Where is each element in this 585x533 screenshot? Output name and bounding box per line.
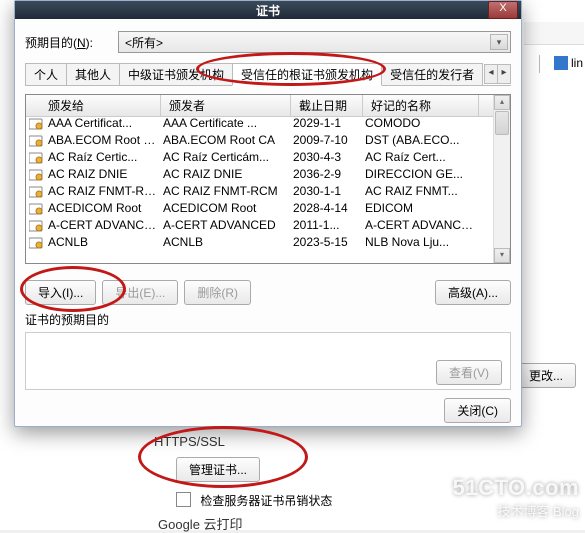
- col-issued-to[interactable]: 颁发给: [26, 95, 161, 116]
- close-button[interactable]: 关闭(C): [444, 398, 511, 423]
- table-row[interactable]: AC Raíz Certic...AC Raíz Certicám...2030…: [26, 149, 494, 166]
- cell-issued-to: ACEDICOM Root: [46, 200, 161, 217]
- table-row[interactable]: ABA.ECOM Root CAABA.ECOM Root CA2009-7-1…: [26, 132, 494, 149]
- certificate-icon: [26, 166, 46, 183]
- table-row[interactable]: A-CERT ADVANCEDA-CERT ADVANCED2011-1...A…: [26, 217, 494, 234]
- scroll-up-icon[interactable]: ▴: [494, 95, 510, 110]
- certificate-icon: [26, 234, 46, 251]
- certificates-dialog: 证书 X 预期目的(N): <所有> ▾ 个人 其他人 中级证书颁发机构 受信任…: [14, 0, 522, 427]
- cell-friendly: AC Raíz Cert...: [363, 149, 479, 166]
- cell-expires: 2011-1...: [291, 217, 363, 234]
- list-header[interactable]: 颁发给 颁发者 截止日期 好记的名称: [26, 95, 510, 117]
- browser-tab[interactable]: lin: [554, 56, 583, 70]
- tab-personal[interactable]: 个人: [25, 63, 67, 85]
- cell-expires: 2030-1-1: [291, 183, 363, 200]
- cell-issued-to: AAA Certificat...: [46, 115, 161, 132]
- cell-friendly: AC RAIZ FNMT...: [363, 183, 479, 200]
- cell-issuer: A-CERT ADVANCED: [161, 217, 291, 234]
- cell-issuer: ABA.ECOM Root CA: [161, 132, 291, 149]
- cert-store-tabs: 个人 其他人 中级证书颁发机构 受信任的根证书颁发机构 受信任的发行者 ◂ ▸: [25, 63, 511, 86]
- cell-issued-to: AC Raíz Certic...: [46, 149, 161, 166]
- cell-issued-to: AC RAIZ FNMT-RCM: [46, 183, 161, 200]
- cell-expires: 2030-4-3: [291, 149, 363, 166]
- cell-expires: 2029-1-1: [291, 115, 363, 132]
- list-rows: AAA Certificat...AAA Certificate ...2029…: [26, 115, 494, 263]
- cell-friendly: A-CERT ADVANCED: [363, 217, 479, 234]
- cell-friendly: EDICOM: [363, 200, 479, 217]
- table-row[interactable]: AC RAIZ DNIEAC RAIZ DNIE2036-2-9DIRECCIO…: [26, 166, 494, 183]
- certificate-icon: [26, 183, 46, 200]
- https-ssl-heading: HTTPS/SSL: [154, 434, 430, 449]
- remove-button[interactable]: 删除(R): [184, 280, 251, 305]
- cell-expires: 2009-7-10: [291, 132, 363, 149]
- favicon-icon: [554, 56, 568, 70]
- tab-other-people[interactable]: 其他人: [66, 63, 120, 85]
- google-cloud-print-heading: Google 云打印: [158, 514, 243, 533]
- cell-issuer: AAA Certificate ...: [161, 115, 291, 132]
- dialog-titlebar[interactable]: 证书 X: [15, 1, 521, 19]
- cell-expires: 2028-4-14: [291, 200, 363, 217]
- col-issuer[interactable]: 颁发者: [161, 95, 291, 116]
- cell-issued-to: ABA.ECOM Root CA: [46, 132, 161, 149]
- intended-purpose-value: <所有>: [125, 34, 490, 51]
- watermark: 51CTO.com 技术博客 Blog: [453, 475, 579, 520]
- table-row[interactable]: ACNLBACNLB2023-5-15NLB Nova Lju...: [26, 234, 494, 251]
- cell-issuer: AC Raíz Certicám...: [161, 149, 291, 166]
- cell-issuer: AC RAIZ FNMT-RCM: [161, 183, 291, 200]
- cell-expires: 2023-5-15: [291, 234, 363, 251]
- revocation-checkbox[interactable]: [176, 492, 191, 507]
- change-button[interactable]: 更改...: [516, 363, 576, 388]
- cell-issued-to: AC RAIZ DNIE: [46, 166, 161, 183]
- export-button[interactable]: 导出(E)...: [102, 280, 178, 305]
- tab-trusted-root-ca[interactable]: 受信任的根证书颁发机构: [232, 63, 382, 86]
- intended-purpose-label: 预期目的(N):: [25, 34, 93, 51]
- table-row[interactable]: ACEDICOM RootACEDICOM Root2028-4-14EDICO…: [26, 200, 494, 217]
- certificate-icon: [26, 149, 46, 166]
- cell-issued-to: ACNLB: [46, 234, 161, 251]
- intended-purpose-combobox[interactable]: <所有> ▾: [118, 31, 511, 53]
- cell-friendly: DIRECCION GE...: [363, 166, 479, 183]
- cell-expires: 2036-2-9: [291, 166, 363, 183]
- browser-strip: [524, 22, 584, 45]
- cell-issuer: ACNLB: [161, 234, 291, 251]
- manage-certs-button[interactable]: 管理证书...: [176, 457, 260, 482]
- certificate-icon: [26, 132, 46, 149]
- cert-purpose-section-label: 证书的预期目的: [25, 311, 511, 328]
- vertical-scrollbar[interactable]: ▴ ▾: [493, 95, 510, 263]
- cell-issuer: AC RAIZ DNIE: [161, 166, 291, 183]
- tab-intermediate-ca[interactable]: 中级证书颁发机构: [119, 63, 233, 85]
- certificate-icon: [26, 200, 46, 217]
- import-button[interactable]: 导入(I)...: [25, 280, 96, 305]
- page-background: lin 更改... HTTPS/SSL 管理证书... 检查服务器证书吊销状态 …: [0, 0, 585, 530]
- tab-scroll-right-icon[interactable]: ▸: [497, 64, 511, 84]
- cell-friendly: COMODO: [363, 115, 479, 132]
- view-button[interactable]: 查看(V): [436, 360, 502, 385]
- cell-issuer: ACEDICOM Root: [161, 200, 291, 217]
- scrollbar-thumb[interactable]: [495, 111, 509, 135]
- table-row[interactable]: AC RAIZ FNMT-RCMAC RAIZ FNMT-RCM2030-1-1…: [26, 183, 494, 200]
- revocation-label: 检查服务器证书吊销状态: [200, 494, 332, 508]
- chevron-down-icon[interactable]: ▾: [490, 34, 508, 50]
- certificate-icon: [26, 115, 46, 132]
- cell-friendly: DST (ABA.ECO...: [363, 132, 479, 149]
- cert-purpose-panel: 查看(V): [25, 332, 511, 390]
- table-row[interactable]: AAA Certificat...AAA Certificate ...2029…: [26, 115, 494, 132]
- tab-trusted-publishers[interactable]: 受信任的发行者: [381, 63, 483, 85]
- certificate-icon: [26, 217, 46, 234]
- dialog-title: 证书: [256, 2, 280, 19]
- scroll-down-icon[interactable]: ▾: [494, 248, 510, 263]
- col-friendly[interactable]: 好记的名称: [363, 95, 479, 116]
- certificate-list: 颁发给 颁发者 截止日期 好记的名称 AAA Certificat...AAA …: [25, 94, 511, 264]
- advanced-button[interactable]: 高级(A)...: [435, 280, 511, 305]
- tab-scroll-left-icon[interactable]: ◂: [484, 64, 498, 84]
- cell-friendly: NLB Nova Lju...: [363, 234, 479, 251]
- https-ssl-section: HTTPS/SSL 管理证书... 检查服务器证书吊销状态: [150, 430, 430, 509]
- col-expires[interactable]: 截止日期: [291, 95, 363, 116]
- browser-tab-label: lin: [571, 56, 583, 70]
- tab-separator: [539, 55, 540, 73]
- cell-issued-to: A-CERT ADVANCED: [46, 217, 161, 234]
- close-icon[interactable]: X: [488, 1, 518, 19]
